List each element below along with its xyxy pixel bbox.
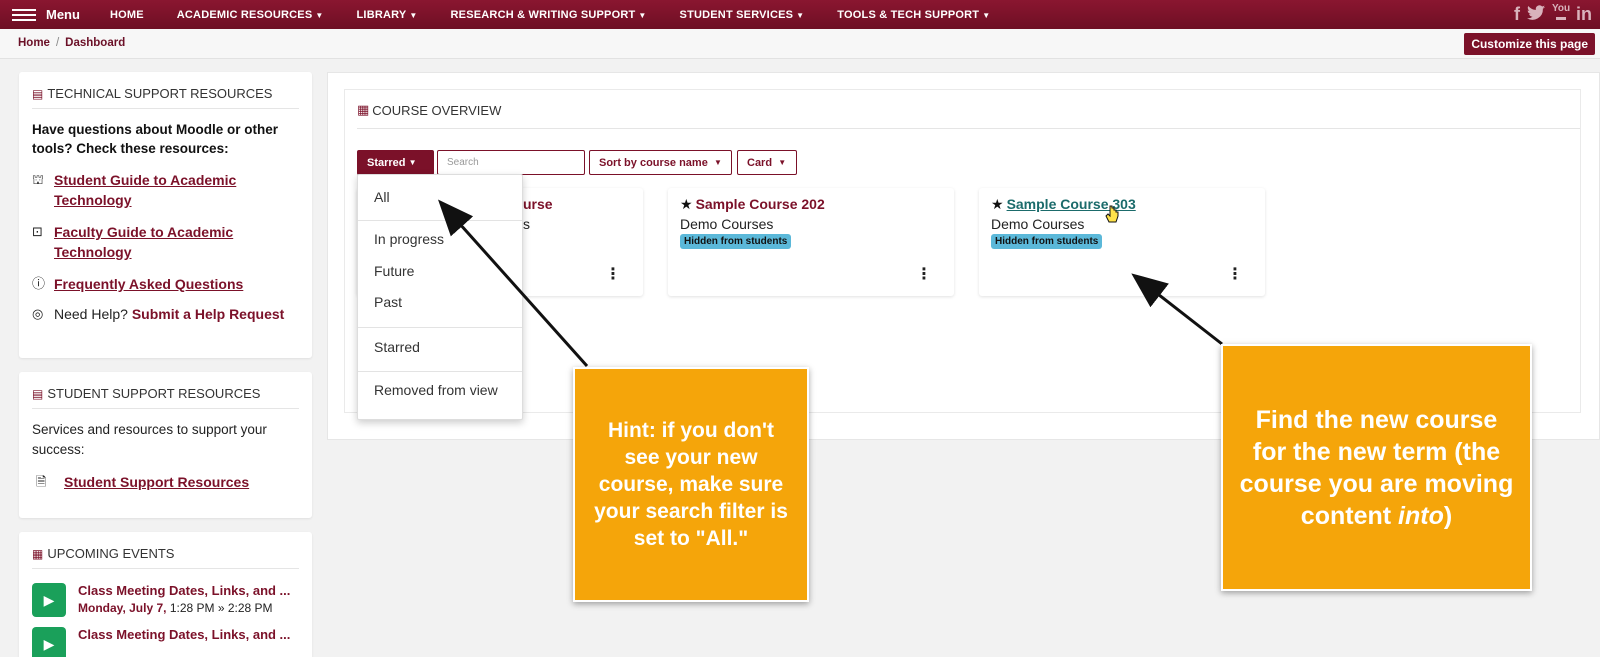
- info-icon: ⓘ: [32, 276, 46, 291]
- filter-dropdown-menu: All In progress Future Past Starred Remo…: [357, 174, 523, 420]
- list-icon: ▤: [32, 86, 44, 101]
- resource-link-student-guide[interactable]: ⛫ Student Guide to Academic Technology: [32, 170, 299, 210]
- chevron-down-icon: ▼: [638, 10, 647, 20]
- course-title[interactable]: ★ Sample Course 202: [680, 196, 825, 213]
- menu-button[interactable]: Menu: [12, 7, 80, 22]
- kebab-menu-icon[interactable]: ⋮: [916, 264, 932, 284]
- youtube-icon[interactable]: You ▬: [1552, 4, 1570, 27]
- video-meeting-icon: ▶: [32, 583, 66, 617]
- divider: [357, 128, 1580, 129]
- dropdown-item-starred[interactable]: Starred: [374, 339, 420, 355]
- chevron-down-icon: ▼: [315, 10, 324, 20]
- course-category: Demo Courses: [991, 216, 1085, 232]
- submit-help-request-link[interactable]: Submit a Help Request: [132, 306, 284, 322]
- student-support-text: Services and resources to support your s…: [32, 422, 267, 457]
- sort-dropdown[interactable]: Sort by course name ▼: [589, 150, 732, 175]
- faculty-guide-icon: ⊡: [32, 224, 43, 239]
- help-chat-icon: ◎: [32, 306, 44, 321]
- divider: [358, 371, 522, 372]
- hidden-badge: Hidden from students: [680, 234, 792, 249]
- nav-academic-resources[interactable]: ACADEMIC RESOURCES ▼: [177, 9, 324, 21]
- event-title[interactable]: Class Meeting Dates, Links, and ...: [78, 627, 290, 642]
- top-navigation: Menu HOME ACADEMIC RESOURCES ▼ LIBRARY ▼ R…: [0, 0, 1600, 29]
- chevron-down-icon: ▼: [982, 10, 991, 20]
- star-icon[interactable]: ★: [680, 196, 693, 212]
- video-meeting-icon: ▶: [32, 627, 66, 657]
- kebab-menu-icon[interactable]: ⋮: [1227, 264, 1243, 284]
- filter-dropdown[interactable]: Starred ▼: [357, 150, 434, 175]
- hamburger-icon: [12, 8, 36, 21]
- event-item[interactable]: ▶ Class Meeting Dates, Links, and ...: [32, 627, 299, 657]
- course-category: s: [523, 216, 530, 232]
- event-item[interactable]: ▶ Class Meeting Dates, Links, and ... Mo…: [32, 583, 299, 617]
- facebook-icon[interactable]: f: [1514, 4, 1520, 27]
- dropdown-item-removed[interactable]: Removed from view: [374, 382, 498, 398]
- block-title: ▤ STUDENT SUPPORT RESOURCES: [32, 386, 299, 409]
- resource-link-faq[interactable]: ⓘ Frequently Asked Questions: [32, 274, 299, 294]
- customize-page-button[interactable]: Customize this page: [1464, 33, 1595, 55]
- linkedin-icon[interactable]: in: [1576, 4, 1592, 27]
- help-request: ◎ Need Help? Submit a Help Request: [32, 306, 285, 322]
- dropdown-item-all[interactable]: All: [374, 189, 390, 205]
- student-support-link[interactable]: 🗎 Student Support Resources: [36, 472, 299, 492]
- divider: [358, 220, 522, 221]
- upcoming-events-block: ▦ UPCOMING EVENTS ▶ Class Meeting Dates,…: [19, 532, 312, 657]
- course-title[interactable]: ★ Sample Course 303: [991, 196, 1136, 213]
- tech-support-block: ▤ TECHNICAL SUPPORT RESOURCES Have quest…: [19, 72, 312, 358]
- kebab-menu-icon[interactable]: ⋮: [605, 264, 621, 284]
- course-category: Demo Courses: [680, 216, 774, 232]
- hidden-badge: Hidden from students: [991, 234, 1103, 249]
- dropdown-item-in-progress[interactable]: In progress: [374, 231, 444, 247]
- nav-tools-tech[interactable]: TOOLS & TECH SUPPORT ▼: [837, 9, 990, 21]
- grid-icon: ▦: [357, 102, 370, 117]
- chevron-down-icon: ▼: [778, 158, 787, 167]
- breadcrumb: Home / Dashboard: [18, 37, 126, 49]
- list-icon: ▤: [32, 386, 44, 401]
- tech-support-intro: Have questions about Moodle or other too…: [32, 122, 279, 156]
- chevron-down-icon: ▼: [409, 10, 418, 20]
- divider: [358, 327, 522, 328]
- chevron-down-icon: ▼: [713, 158, 722, 167]
- course-search-input[interactable]: Search: [437, 150, 585, 175]
- calendar-icon: ▦: [32, 546, 44, 561]
- nav-home[interactable]: HOME: [110, 9, 144, 21]
- dropdown-item-past[interactable]: Past: [374, 294, 402, 310]
- twitter-icon[interactable]: [1526, 4, 1546, 27]
- document-icon: 🗎: [36, 474, 47, 489]
- student-support-block: ▤ STUDENT SUPPORT RESOURCES Services and…: [19, 372, 312, 518]
- nav-student-services[interactable]: STUDENT SERVICES ▼: [680, 9, 805, 21]
- breadcrumb-dashboard[interactable]: Dashboard: [65, 37, 125, 49]
- nav-research-writing[interactable]: RESEARCH & WRITING SUPPORT ▼: [451, 9, 647, 21]
- menu-label: Menu: [46, 7, 80, 22]
- course-card[interactable]: ★ Sample Course 202 Demo Courses Hidden f…: [668, 188, 954, 296]
- breadcrumb-home[interactable]: Home: [18, 37, 50, 49]
- nav-library[interactable]: LIBRARY ▼: [357, 9, 418, 21]
- course-card[interactable]: ★ Sample Course 303 Demo Courses Hidden f…: [979, 188, 1265, 296]
- social-links: f You ▬ in: [1514, 4, 1592, 27]
- course-overview-title: ▦ COURSE OVERVIEW: [357, 102, 502, 118]
- breadcrumb-bar: Home / Dashboard Customize this page: [0, 29, 1600, 59]
- star-icon[interactable]: ★: [991, 196, 1004, 212]
- event-title[interactable]: Class Meeting Dates, Links, and ...: [78, 583, 290, 598]
- hint-callout-filter: Hint: if you don't see your new course, …: [573, 367, 809, 602]
- dropdown-item-future[interactable]: Future: [374, 263, 414, 279]
- resource-link-faculty-guide[interactable]: ⊡ Faculty Guide to Academic Technology: [32, 222, 299, 262]
- student-guide-icon: ⛫: [32, 172, 44, 187]
- block-title: ▦ UPCOMING EVENTS: [32, 546, 299, 569]
- event-date: Monday, July 7, 1:28 PM » 2:28 PM: [78, 601, 273, 615]
- chevron-down-icon: ▼: [796, 10, 805, 20]
- block-title: ▤ TECHNICAL SUPPORT RESOURCES: [32, 86, 299, 109]
- hint-callout-new-course: Find the new course for the new term (th…: [1221, 344, 1532, 591]
- chevron-down-icon: ▼: [408, 158, 417, 167]
- course-title[interactable]: urse: [523, 196, 553, 212]
- view-dropdown[interactable]: Card ▼: [737, 150, 797, 175]
